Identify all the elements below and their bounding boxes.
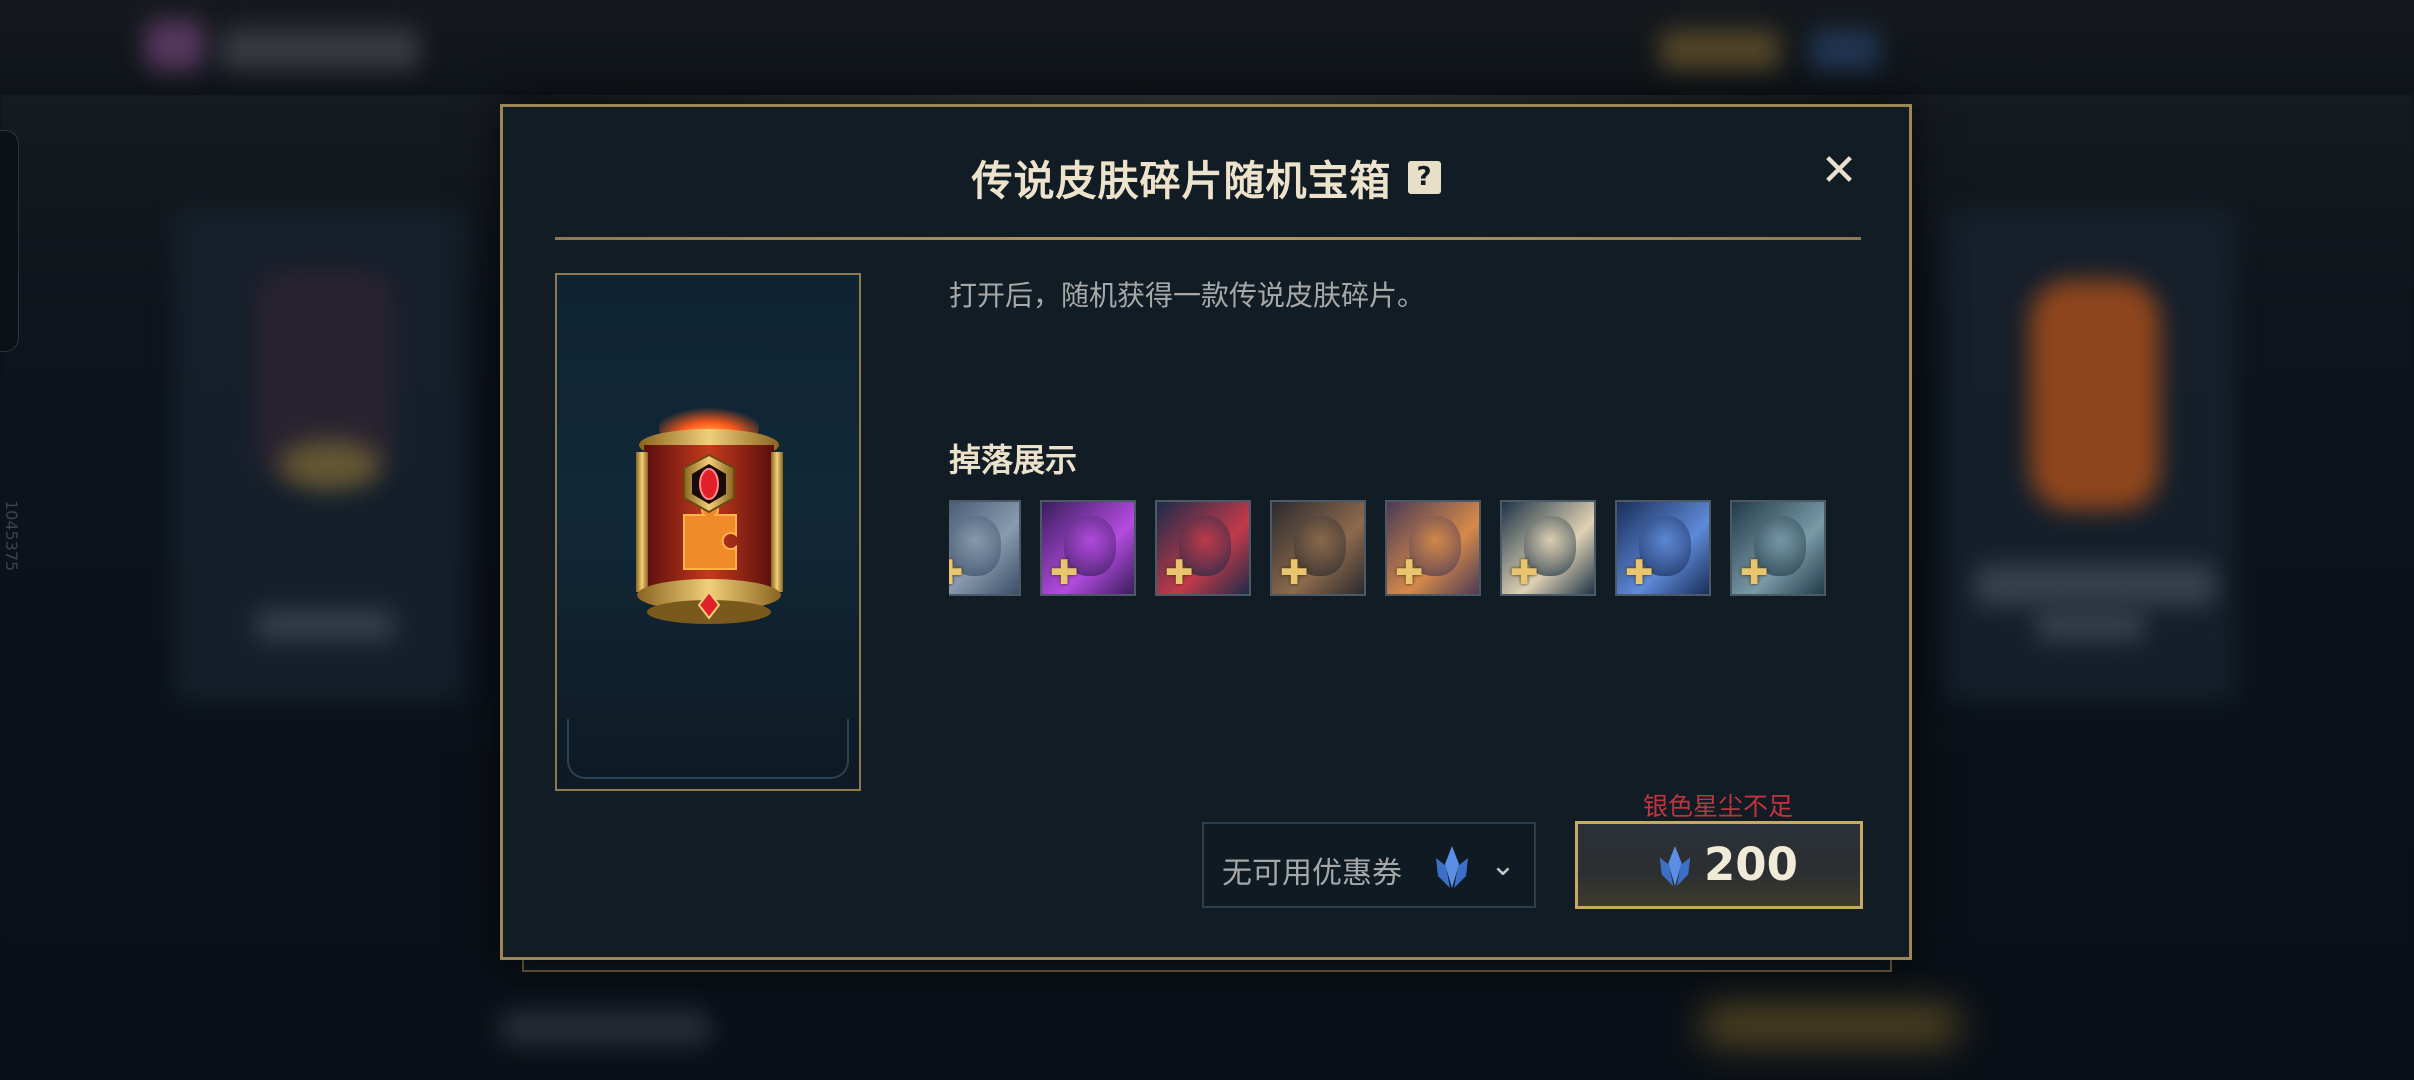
drops-title: 掉落展示 — [949, 441, 1078, 479]
drop-item-3[interactable]: ✚ — [1155, 500, 1251, 596]
item-preview-frame — [555, 273, 861, 791]
puzzle-piece-icon: ✚ — [1165, 553, 1194, 593]
side-handle[interactable] — [0, 130, 19, 352]
item-description: 打开后，随机获得一款传说皮肤碎片。 — [949, 279, 1426, 312]
purchase-dialog: 传说皮肤碎片随机宝箱? ✕ 打开后，随机获得一款传说皮肤碎片。 掉落展示 ✚ ✚… — [500, 104, 1912, 960]
item-preview-base — [567, 719, 849, 779]
background-bottom-glow — [1700, 1005, 1960, 1045]
background-currency-gold — [1660, 30, 1780, 70]
background-left-card-label — [255, 610, 395, 640]
silver-stardust-icon — [1436, 846, 1468, 888]
background-title-text — [220, 28, 420, 70]
insufficient-stardust-warning: 银色星尘不足 — [1643, 792, 1794, 821]
background-logo — [145, 20, 205, 70]
background-left-card-ornament — [280, 440, 380, 490]
drop-item-8[interactable]: ✚ — [1730, 500, 1826, 596]
title-divider — [555, 237, 1861, 240]
close-icon[interactable]: ✕ — [1817, 149, 1861, 193]
puzzle-piece-icon: ✚ — [1625, 553, 1654, 593]
chevron-down-icon: ⌄ — [1490, 848, 1516, 883]
puzzle-piece-icon: ✚ — [1280, 553, 1309, 593]
drop-item-2[interactable]: ✚ — [1040, 500, 1136, 596]
puzzle-piece-icon: ✚ — [949, 556, 964, 590]
puzzle-piece-icon: ✚ — [1510, 553, 1539, 593]
help-icon[interactable]: ? — [1407, 160, 1441, 194]
dialog-title-row: 传说皮肤碎片随机宝箱? — [503, 147, 1909, 207]
side-id-text: 1045375 — [2, 500, 21, 572]
background-right-card-sublabel — [2035, 610, 2145, 640]
background-bottom-label — [500, 1010, 710, 1045]
coupon-label: 无可用优惠券 — [1222, 856, 1402, 891]
drop-item-1[interactable]: ✚ — [949, 500, 1021, 596]
drop-item-4[interactable]: ✚ — [1270, 500, 1366, 596]
coupon-select[interactable]: 无可用优惠券 ⌄ — [1202, 822, 1536, 908]
puzzle-piece-icon: ✚ — [1050, 553, 1079, 593]
price-label: 200 — [1704, 838, 1798, 891]
drop-item-5[interactable]: ✚ — [1385, 500, 1481, 596]
puzzle-piece-icon: ✚ — [1740, 553, 1769, 593]
drops-list[interactable]: ✚ ✚ ✚ ✚ ✚ ✚ ✚ ✚ — [949, 500, 1839, 600]
drop-item-7[interactable]: ✚ — [1615, 500, 1711, 596]
background-right-card-art — [2030, 280, 2160, 510]
drop-item-6[interactable]: ✚ — [1500, 500, 1596, 596]
background-right-card-label — [1975, 565, 2215, 605]
puzzle-piece-icon: ✚ — [1395, 553, 1424, 593]
silver-stardust-icon — [1659, 846, 1691, 886]
chest-icon — [636, 402, 783, 624]
buy-button[interactable]: 200 — [1575, 821, 1863, 909]
background-currency-blue — [1810, 30, 1880, 70]
dialog-title: 传说皮肤碎片随机宝箱 — [971, 157, 1392, 205]
